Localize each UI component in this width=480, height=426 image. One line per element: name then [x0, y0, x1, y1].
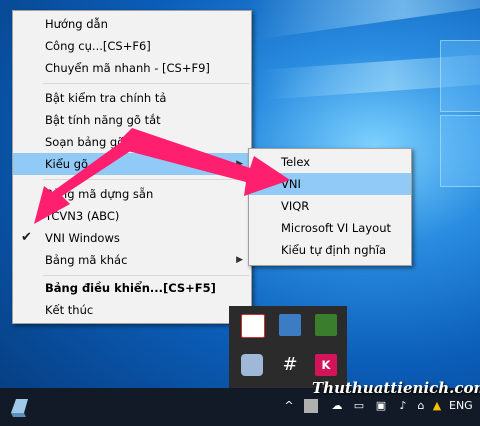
cloud-icon[interactable]: ☁ — [330, 399, 344, 413]
network-icon[interactable]: ⌂ — [414, 399, 428, 413]
display-icon[interactable]: ▣ — [374, 399, 388, 413]
unikey-tray-icon[interactable] — [241, 314, 265, 338]
language-indicator[interactable]: ENG — [449, 399, 473, 412]
app-start-icon[interactable] — [8, 395, 32, 419]
watermark: Thuthuattienich.com — [312, 379, 480, 397]
hashtag-icon[interactable]: # — [279, 354, 301, 376]
battery-icon[interactable]: ▭ — [352, 399, 366, 413]
tray-overflow-panel: # K — [229, 306, 347, 388]
chevron-up-icon[interactable]: ^ — [282, 399, 296, 413]
chat-icon[interactable] — [241, 354, 263, 376]
network-tool-icon[interactable] — [279, 314, 301, 336]
google-drive-icon[interactable]: ▲ — [430, 399, 444, 413]
volume-icon[interactable]: ♪ — [396, 399, 410, 413]
arrow-to-vni-windows-icon — [34, 140, 132, 224]
kaspersky-icon[interactable]: K — [315, 354, 337, 376]
nvidia-icon[interactable] — [315, 314, 337, 336]
arrow-to-vni-submenu-icon — [120, 128, 290, 196]
unikey-icon[interactable] — [304, 399, 318, 413]
